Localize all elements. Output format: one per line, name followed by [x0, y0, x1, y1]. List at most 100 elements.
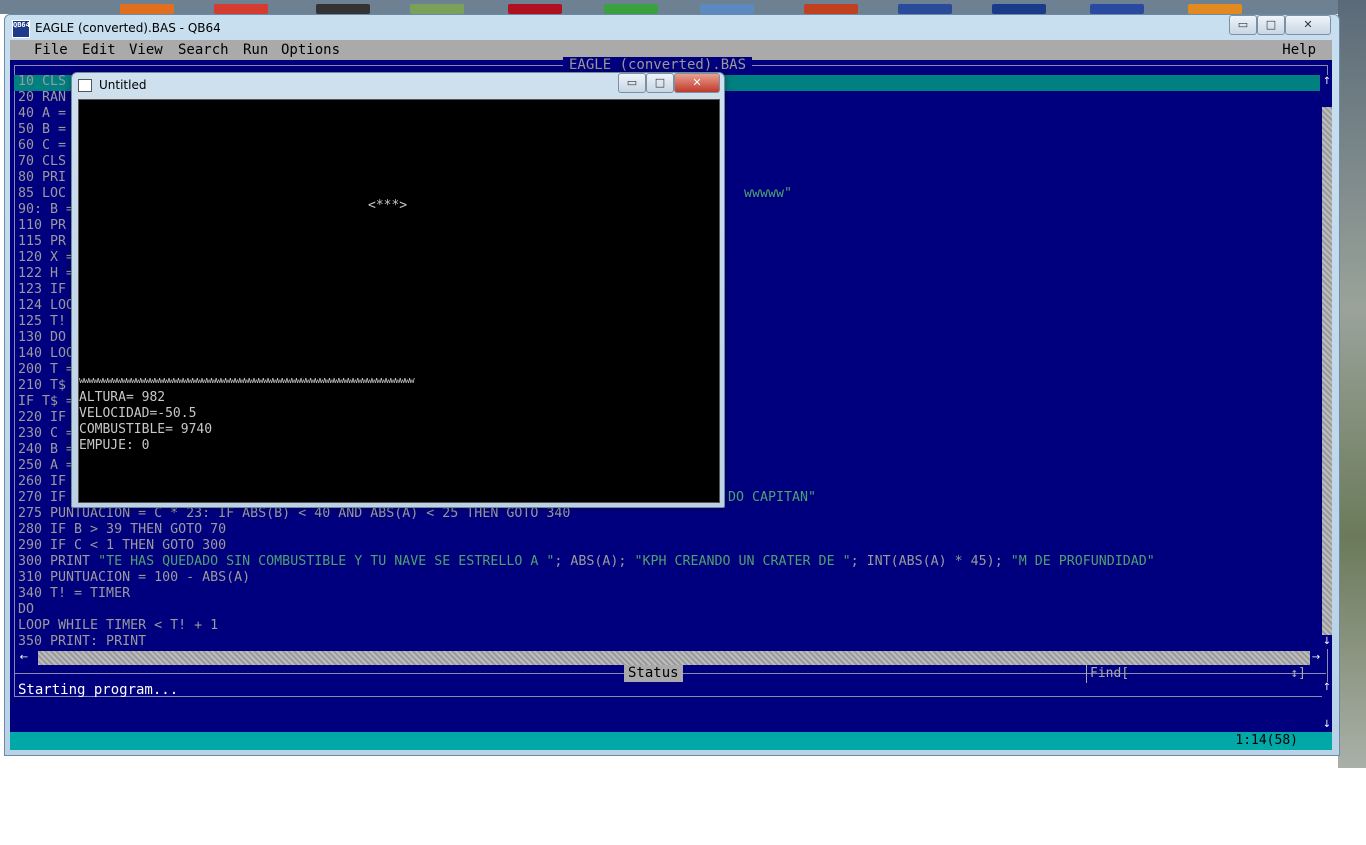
code-line-text: 90: B =	[18, 202, 75, 217]
horizontal-scroll-thumb[interactable]	[30, 651, 38, 665]
scroll-up-arrow-icon[interactable]: ↑	[1322, 75, 1332, 89]
menu-run[interactable]: Run	[243, 42, 268, 58]
code-line-text: 20 RAN	[18, 90, 67, 105]
code-line-text: 85 LOC	[18, 186, 67, 201]
scroll-right-arrow-icon[interactable]: →	[1310, 651, 1322, 665]
find-box[interactable]: Find[ ↕]	[1086, 665, 1312, 683]
code-line-text: 210 T$	[18, 378, 67, 393]
ground-surface: wwwwwwwwwwwwwwwwwwwwwwwwwwwwwwwwwwwwwwww…	[79, 376, 415, 386]
taskbar-app-icon[interactable]	[992, 4, 1046, 14]
code-line-text: 220 IF	[18, 410, 67, 425]
taskbar-app-icon[interactable]	[508, 4, 562, 14]
altitude-readout: ALTURA= 982	[79, 390, 166, 405]
taskbar-app-icon[interactable]	[1188, 4, 1242, 14]
scroll-down-arrow-icon[interactable]: ↓	[1322, 635, 1332, 649]
code-line-text: 123 IF	[18, 282, 67, 297]
code-line-text: 230 C =	[18, 426, 75, 441]
code-line-text: 120 X =	[18, 250, 75, 265]
code-line-text: 80 PRI	[18, 170, 67, 185]
code-line-tail: wwwww"	[744, 186, 793, 201]
code-line[interactable]: LOOP WHILE TIMER < T! + 1	[18, 618, 1155, 634]
maximize-button[interactable]: □	[1257, 15, 1285, 35]
code-line-text: 50 B =	[18, 122, 67, 137]
vertical-scrollbar[interactable]: ↑ ↓	[1322, 75, 1332, 649]
taskbar-app-icon[interactable]	[410, 4, 464, 14]
chrome-icon[interactable]	[214, 4, 268, 14]
code-line-text: 275 PUNTUACION = C * 23: IF ABS(B) < 40 …	[18, 506, 571, 521]
code-line-text: 310 PUNTUACION = 100 - ABS(A)	[18, 570, 251, 585]
menu-options[interactable]: Options	[281, 42, 340, 58]
code-line-text: 70 CLS	[18, 154, 67, 169]
taskbar-app-icon[interactable]	[804, 4, 858, 14]
code-line[interactable]: 275 PUNTUACION = C * 23: IF ABS(B) < 40 …	[18, 506, 1155, 522]
desktop-wallpaper	[1338, 0, 1366, 768]
status-scrollbar[interactable]: ↑ ↓	[1322, 682, 1332, 730]
program-output-window[interactable]: Untitled ▭ □ ✕ <***> wwwwwwwwwwwwwwwwwww…	[71, 72, 725, 508]
menu-edit[interactable]: Edit	[82, 42, 116, 58]
code-line-text: 130 DO	[18, 330, 67, 345]
vertical-scroll-thumb[interactable]	[1322, 89, 1332, 107]
output-minimize-button[interactable]: ▭	[618, 73, 646, 93]
taskbar-app-icon[interactable]	[604, 4, 658, 14]
menu-help[interactable]: Help	[1282, 42, 1316, 58]
editor-file-title: EAGLE (converted).BAS	[563, 57, 753, 73]
code-line[interactable]: 310 PUNTUACION = 100 - ABS(A)	[18, 570, 1155, 586]
close-button[interactable]: ✕	[1285, 15, 1331, 35]
code-line[interactable]: 300 PRINT "TE HAS QUEDADO SIN COMBUSTIBL…	[18, 554, 1155, 570]
fuel-readout: COMBUSTIBLE= 9740	[79, 422, 213, 437]
status-scroll-down-icon[interactable]: ↓	[1322, 719, 1332, 730]
maximize-icon: □	[654, 76, 666, 89]
search-icon[interactable]	[700, 4, 754, 14]
minimize-button[interactable]: ▭	[1229, 15, 1257, 35]
code-line-text: 140 LOO	[18, 346, 75, 361]
menu-view[interactable]: View	[129, 42, 163, 58]
code-line-text: 350 PRINT: PRINT	[18, 634, 147, 649]
code-line-text: 125 T!	[18, 314, 67, 329]
status-message: Starting program...	[18, 682, 179, 698]
program-canvas: <***> wwwwwwwwwwwwwwwwwwwwwwwwwwwwwwwwww…	[78, 99, 720, 503]
taskbar-app-icon[interactable]	[1090, 4, 1144, 14]
code-line[interactable]: DO	[18, 602, 1155, 618]
minimize-icon: ▭	[626, 76, 638, 89]
velocity-readout: VELOCIDAD=-50.5	[79, 406, 197, 421]
code-line[interactable]: 340 T! = TIMER	[18, 586, 1155, 602]
code-line-text: LOOP WHILE TIMER < T! + 1	[18, 618, 219, 633]
close-icon: ✕	[1303, 18, 1313, 31]
status-label: Status	[624, 665, 683, 682]
menu-search[interactable]: Search	[178, 42, 229, 58]
find-label: Find[	[1090, 666, 1130, 681]
code-line-text: 260 IF	[18, 474, 67, 489]
status-scroll-up-icon[interactable]: ↑	[1322, 682, 1332, 693]
menu-file[interactable]: File	[34, 42, 68, 58]
output-maximize-button[interactable]: □	[646, 73, 674, 93]
code-line-text: 270 IF	[18, 490, 67, 505]
find-arrows-icon[interactable]: ↕]	[1290, 665, 1306, 683]
lander-ship: <***>	[368, 198, 408, 213]
output-window-title: Untitled	[99, 78, 147, 92]
scroll-left-arrow-icon[interactable]: ←	[18, 651, 30, 665]
code-line-text: 122 H =	[18, 266, 75, 281]
taskbar-app-icon[interactable]	[898, 4, 952, 14]
cursor-position: 1:14(58)	[1235, 733, 1298, 748]
output-close-button[interactable]: ✕	[674, 73, 720, 93]
code-line[interactable]: 290 IF C < 1 THEN GOTO 300	[18, 538, 1155, 554]
code-line-text: 10 CLS	[18, 74, 67, 89]
window-title: EAGLE (converted).BAS - QB64	[35, 21, 221, 35]
code-line[interactable]: 280 IF B > 39 THEN GOTO 70	[18, 522, 1155, 538]
qb64-app-icon: QB64	[12, 20, 30, 38]
desktop-taskbar-strip	[0, 0, 1366, 14]
code-line-text: IF T$ =	[18, 394, 75, 409]
code-line-text: 115 PR	[18, 234, 67, 249]
code-line-text: 300 PRINT "TE HAS QUEDADO SIN COMBUSTIBL…	[18, 554, 1155, 569]
code-line-text: DO	[18, 602, 35, 617]
code-line-text: 40 A =	[18, 106, 67, 121]
close-icon: ✕	[692, 76, 702, 89]
maximize-icon: □	[1265, 18, 1277, 31]
code-line-text: 110 PR	[18, 218, 67, 233]
thrust-readout: EMPUJE: 0	[79, 438, 150, 453]
code-line-text: 240 B =	[18, 442, 75, 457]
code-line[interactable]: 350 PRINT: PRINT	[18, 634, 1155, 650]
horizontal-scrollbar[interactable]: ← →	[18, 651, 1322, 665]
taskbar-app-icon[interactable]	[120, 4, 174, 14]
taskbar-app-icon[interactable]	[316, 4, 370, 14]
